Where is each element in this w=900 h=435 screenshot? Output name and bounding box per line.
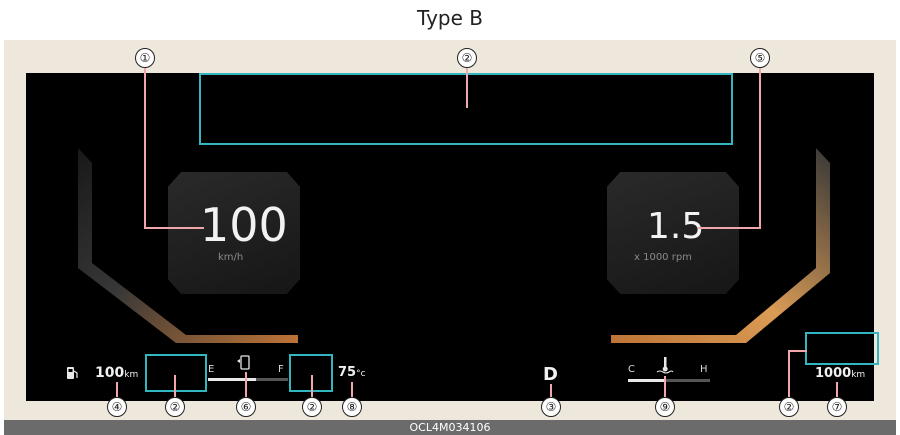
coolant-gauge-bar	[628, 379, 710, 382]
callout-2-top: ②	[457, 48, 477, 68]
speed-value: 100	[200, 198, 288, 252]
fuel-gauge-bar	[208, 378, 288, 381]
fuel-range: 100km	[95, 365, 138, 381]
callout-5: ⑤	[750, 48, 770, 68]
diagram-title: Type B	[416, 6, 483, 30]
fuel-full-label: F	[278, 364, 284, 375]
callout-7: ⑦	[827, 397, 847, 417]
callout-6: ⑥	[236, 397, 256, 417]
callout-2-c: ②	[779, 397, 799, 417]
leader-line-4	[116, 382, 118, 398]
rpm-value: 1.5	[647, 206, 705, 247]
odometer-unit: km	[851, 370, 866, 380]
engine-temp-unit: °c	[356, 369, 366, 379]
leader-line-9	[664, 376, 666, 398]
leader-line-2-a	[174, 375, 176, 398]
callout-8: ⑧	[342, 397, 362, 417]
figure-code: OCL4M034106	[4, 420, 896, 435]
callout-9: ⑨	[655, 397, 675, 417]
fuel-gauge-icon	[237, 355, 250, 370]
callout-4: ④	[107, 397, 127, 417]
coolant-gauge-fill	[628, 379, 666, 382]
coolant-hot-label: H	[700, 364, 708, 375]
odometer-value: 1000	[815, 366, 852, 381]
leader-line-5-vertical	[759, 68, 761, 229]
gear-indicator: D	[543, 364, 558, 385]
leader-line-2-top	[466, 68, 468, 108]
leader-line-6	[245, 372, 247, 398]
leader-line-5-horizontal	[698, 227, 761, 229]
leader-line-2-c-vertical	[788, 350, 790, 398]
speed-unit: km/h	[218, 252, 244, 263]
fuel-range-value: 100	[95, 365, 125, 381]
coolant-temp-icon	[656, 357, 674, 374]
fuel-pump-icon	[67, 367, 78, 379]
leader-line-2-c-horizontal	[788, 350, 807, 352]
leader-line-8	[351, 382, 353, 398]
leader-line-1-horizontal	[144, 227, 204, 229]
rpm-unit: x 1000 rpm	[634, 252, 692, 263]
engine-temp: 75°c	[338, 365, 366, 380]
engine-temp-value: 75	[338, 365, 357, 380]
callout-2-a: ②	[165, 397, 185, 417]
callout-2-b: ②	[302, 397, 322, 417]
info-area-right	[805, 332, 879, 365]
fuel-warning-area	[145, 354, 207, 392]
fuel-empty-label: E	[208, 364, 215, 375]
fuel-gauge-fill	[208, 378, 256, 381]
odometer: 1000km	[815, 366, 865, 381]
leader-line-1-vertical	[144, 68, 146, 229]
callout-3: ③	[541, 397, 561, 417]
leader-line-7	[836, 382, 838, 398]
coolant-cold-label: C	[628, 364, 635, 375]
fuel-range-unit: km	[124, 370, 139, 380]
leader-line-2-b	[311, 375, 313, 398]
callout-1: ①	[135, 48, 155, 68]
leader-line-3	[550, 384, 552, 398]
